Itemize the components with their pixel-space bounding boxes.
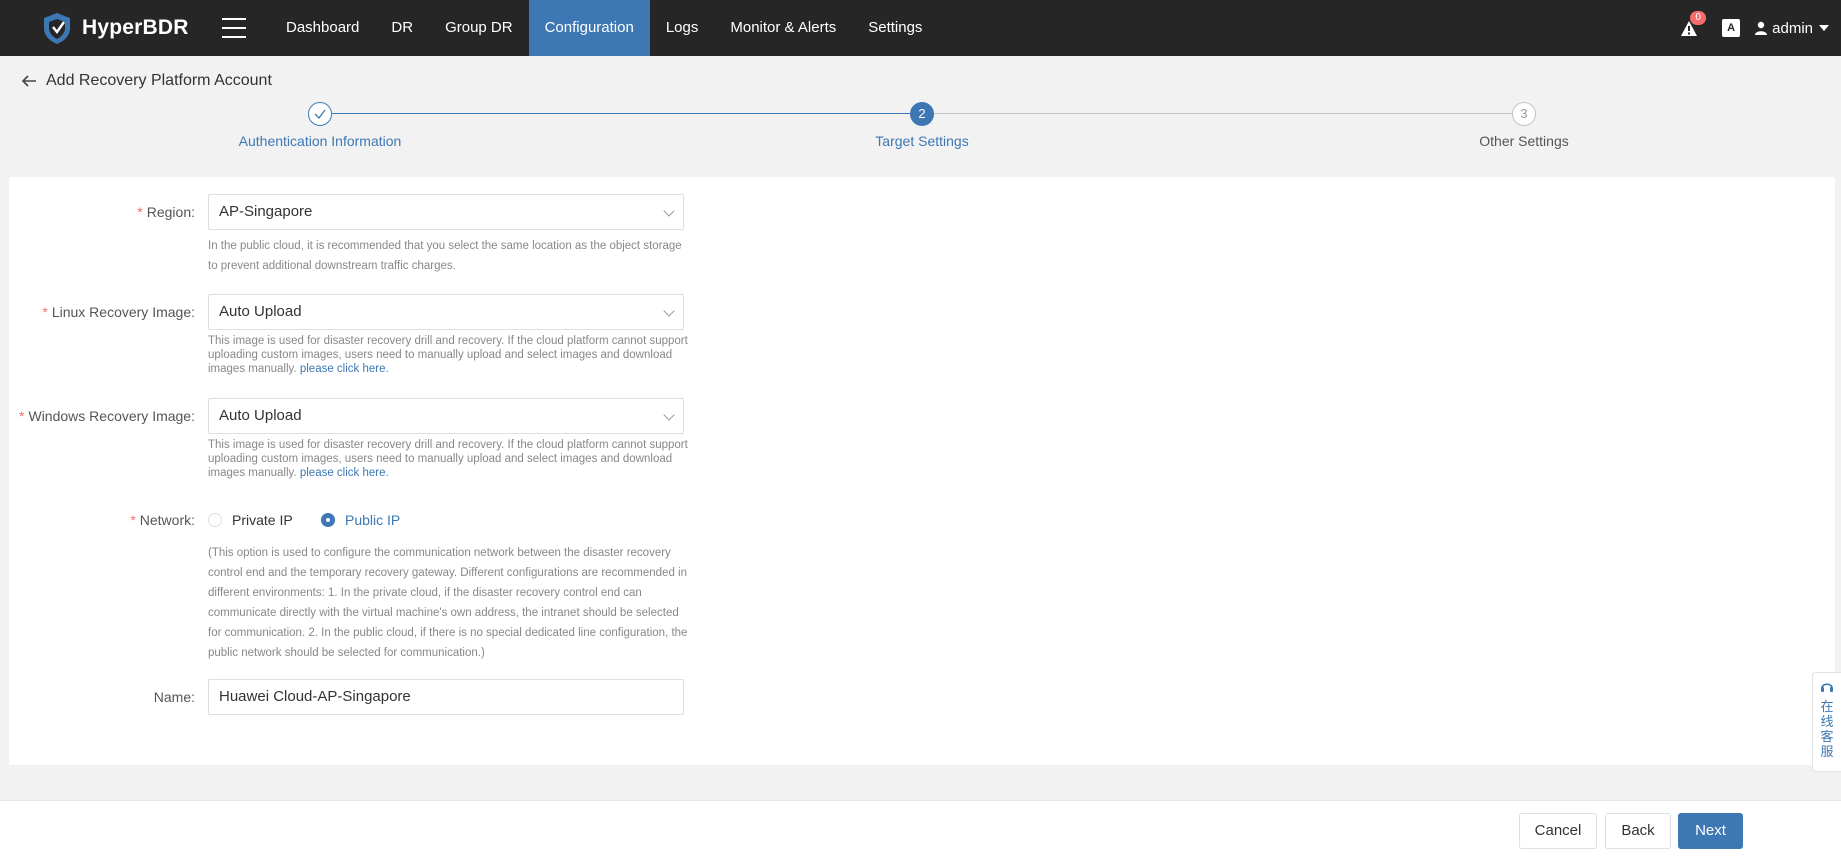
step-line-2 — [934, 113, 1512, 114]
nav-dr[interactable]: DR — [375, 0, 429, 56]
menu-toggle-icon[interactable] — [222, 18, 246, 38]
windows-image-help-link[interactable]: please click here. — [300, 467, 389, 479]
step-2-number: 2 — [910, 102, 934, 126]
headset-icon — [1821, 683, 1833, 692]
network-label: * Network: — [130, 512, 195, 528]
radio-unchecked-icon — [208, 513, 222, 527]
main-nav: Dashboard DR Group DR Configuration Logs… — [270, 0, 938, 56]
nav-dashboard[interactable]: Dashboard — [270, 0, 375, 56]
username: admin — [1772, 19, 1813, 37]
user-menu[interactable]: admin — [1754, 20, 1829, 37]
chevron-down-icon — [663, 305, 675, 317]
chevron-down-icon — [663, 205, 675, 217]
linux-image-select[interactable]: Auto Upload — [208, 294, 684, 330]
name-label: Name: — [153, 689, 195, 705]
windows-image-select[interactable]: Auto Upload — [208, 398, 684, 434]
windows-image-value: Auto Upload — [219, 407, 302, 424]
shield-logo-icon — [44, 13, 70, 44]
nav-group-dr[interactable]: Group DR — [429, 0, 529, 56]
region-select[interactable]: AP-Singapore — [208, 194, 684, 230]
region-help: In the public cloud, it is recommended t… — [208, 240, 682, 272]
step-3-number: 3 — [1512, 102, 1536, 126]
radio-checked-icon — [321, 513, 335, 527]
chevron-down-icon — [663, 409, 675, 421]
steps-indicator: 2 3 Authentication Information Target Se… — [0, 100, 1841, 160]
nav-logs[interactable]: Logs — [650, 0, 715, 56]
top-navbar: HyperBDR Dashboard DR Group DR Configura… — [0, 0, 1841, 56]
radio-private-ip[interactable]: Private IP — [208, 512, 293, 528]
radio-public-ip-label: Public IP — [345, 512, 401, 528]
windows-image-label: * Windows Recovery Image: — [19, 408, 195, 424]
page-title: Add Recovery Platform Account — [46, 72, 272, 89]
region-value: AP-Singapore — [219, 203, 313, 220]
windows-image-help: This image is used for disaster recovery… — [208, 439, 688, 479]
language-icon[interactable]: A — [1722, 19, 1741, 37]
name-input[interactable]: Huawei Cloud-AP-Singapore — [208, 679, 684, 715]
nav-monitor-alerts[interactable]: Monitor & Alerts — [714, 0, 852, 56]
nav-configuration[interactable]: Configuration — [528, 0, 650, 56]
online-support-widget[interactable]: 在线客服 — [1812, 672, 1841, 772]
alerts-button[interactable]: 0 — [1680, 11, 1707, 39]
back-arrow-icon[interactable] — [20, 72, 38, 90]
nav-settings[interactable]: Settings — [852, 0, 938, 56]
footer-bar: Cancel Back Next — [0, 800, 1841, 860]
region-label: * Region: — [137, 204, 195, 220]
step-1-done-icon — [308, 102, 332, 126]
network-help: (This option is used to configure the co… — [208, 547, 688, 659]
step-2-label: Target Settings — [875, 133, 969, 149]
form-card: * Region: AP-Singapore In the public clou… — [9, 177, 1835, 765]
cancel-button[interactable]: Cancel — [1519, 813, 1597, 849]
app-name: HyperBDR — [82, 16, 189, 39]
radio-private-ip-label: Private IP — [232, 512, 293, 528]
linux-image-help: This image is used for disaster recovery… — [208, 335, 688, 375]
back-button[interactable]: Back — [1605, 813, 1671, 849]
step-line-1 — [332, 113, 910, 114]
chevron-down-icon — [1819, 25, 1829, 31]
linux-image-label: * Linux Recovery Image: — [42, 304, 195, 320]
linux-image-help-link[interactable]: please click here. — [300, 363, 389, 375]
user-icon — [1755, 21, 1768, 35]
radio-public-ip[interactable]: Public IP — [321, 512, 400, 528]
next-button[interactable]: Next — [1678, 813, 1743, 849]
logo[interactable]: HyperBDR — [40, 11, 210, 45]
step-1-label: Authentication Information — [238, 133, 402, 149]
alert-count-badge: 0 — [1690, 11, 1707, 25]
step-3-label: Other Settings — [1479, 133, 1569, 149]
online-support-label: 在线客服 — [1820, 699, 1834, 759]
linux-image-value: Auto Upload — [219, 303, 302, 320]
